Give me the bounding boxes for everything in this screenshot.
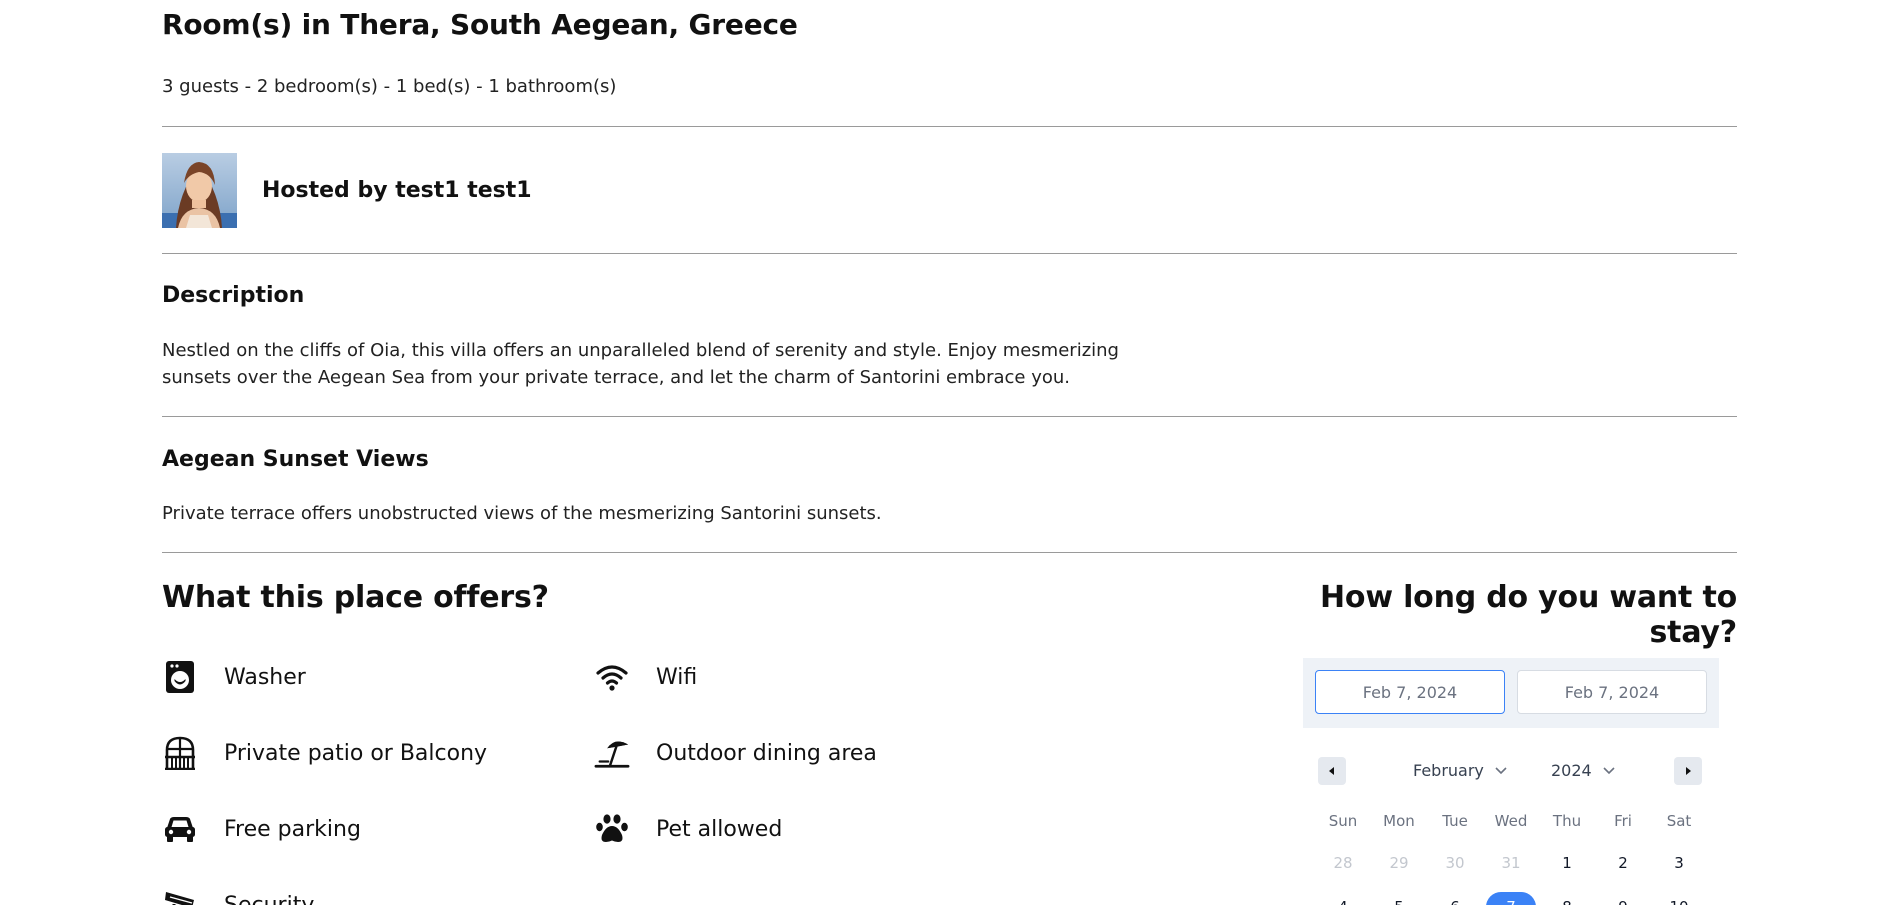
chevron-down-icon [1603, 766, 1615, 774]
amenity-wifi: Wifi [594, 659, 697, 695]
calendar-day-outside-month: 29 [1389, 854, 1409, 872]
amenity-label: Private patio or Balcony [224, 740, 488, 766]
month-select[interactable]: February [1413, 761, 1508, 780]
calendar-day[interactable]: 2 [1595, 854, 1651, 872]
host-name: Hosted by test1 test1 [262, 178, 532, 203]
amenity-parking: Free parking [162, 811, 361, 847]
amenity-label: Outdoor dining area [656, 740, 877, 766]
year-select[interactable]: 2024 [1551, 761, 1616, 780]
chevron-left-icon [1329, 767, 1334, 775]
weekday-label: Sun [1328, 812, 1358, 830]
calendar-day[interactable]: 8 [1539, 898, 1595, 905]
beach-umbrella-icon [594, 735, 630, 771]
amenity-security: Security [162, 887, 314, 905]
amenity-outdoor-dining: Outdoor dining area [594, 735, 877, 771]
amenity-label: Washer [224, 664, 306, 690]
wifi-icon [594, 659, 630, 695]
cctv-icon [162, 887, 198, 905]
end-date-input[interactable]: Feb 7, 2024 [1517, 670, 1707, 714]
car-icon [162, 811, 198, 847]
offers-heading: What this place offers? [162, 580, 549, 615]
weekday-label: Sat [1666, 812, 1692, 830]
amenity-balcony: Private patio or Balcony [162, 735, 487, 771]
amenity-label: Wifi [656, 664, 698, 690]
amenity-label: Pet allowed [656, 816, 783, 842]
page-title: Room(s) in Thera, South Aegean, Greece [162, 8, 798, 41]
weekday-label: Fri [1614, 812, 1632, 830]
divider [162, 552, 1737, 553]
stay-heading: How long do you want to stay? [1320, 580, 1737, 650]
calendar-day[interactable]: 9 [1595, 898, 1651, 905]
prev-month-button[interactable] [1318, 757, 1346, 785]
washer-icon [162, 659, 198, 695]
balcony-icon [162, 735, 198, 771]
weekday-label: Tue [1442, 812, 1468, 830]
calendar-day[interactable]: 3 [1651, 854, 1707, 872]
divider [162, 416, 1737, 417]
amenity-label: Security [224, 892, 315, 905]
amenity-washer: Washer [162, 659, 306, 695]
calendar-day[interactable]: 6 [1427, 898, 1483, 905]
chevron-down-icon [1495, 766, 1507, 774]
calendar-day-outside-month: 31 [1501, 854, 1521, 872]
calendar-day-outside-month: 30 [1445, 854, 1465, 872]
listing-page: Room(s) in Thera, South Aegean, Greece 3… [0, 0, 1895, 905]
year-value: 2024 [1551, 761, 1592, 780]
weekday-label: Wed [1494, 812, 1528, 830]
amenity-pets: Pet allowed [594, 811, 782, 847]
calendar-day-outside-month: 28 [1333, 854, 1353, 872]
paw-icon [594, 811, 630, 847]
calendar-day[interactable]: 10 [1651, 898, 1707, 905]
description-heading: Description [162, 283, 305, 308]
listing-summary: 3 guests - 2 bedroom(s) - 1 bed(s) - 1 b… [162, 76, 617, 97]
feature-text: Private terrace offers unobstructed view… [162, 503, 882, 524]
calendar-day[interactable]: 4 [1315, 898, 1371, 905]
amenity-label: Free parking [224, 816, 361, 842]
host-avatar[interactable] [162, 153, 237, 228]
divider [162, 253, 1737, 254]
weekday-label: Thu [1552, 812, 1582, 830]
calendar-day[interactable]: 1 [1539, 854, 1595, 872]
next-month-button[interactable] [1674, 757, 1702, 785]
weekday-label: Mon [1383, 812, 1415, 830]
start-date-input[interactable]: Feb 7, 2024 [1315, 670, 1505, 714]
date-range-picker: Feb 7, 2024 Feb 7, 2024 [1303, 658, 1719, 728]
chevron-right-icon [1686, 767, 1691, 775]
calendar-day[interactable]: 5 [1371, 898, 1427, 905]
divider [162, 126, 1737, 127]
month-value: February [1413, 761, 1484, 780]
calendar-day-selected[interactable]: 7 [1486, 892, 1536, 905]
feature-heading: Aegean Sunset Views [162, 447, 429, 472]
description-text: Nestled on the cliffs of Oia, this villa… [162, 340, 1119, 388]
